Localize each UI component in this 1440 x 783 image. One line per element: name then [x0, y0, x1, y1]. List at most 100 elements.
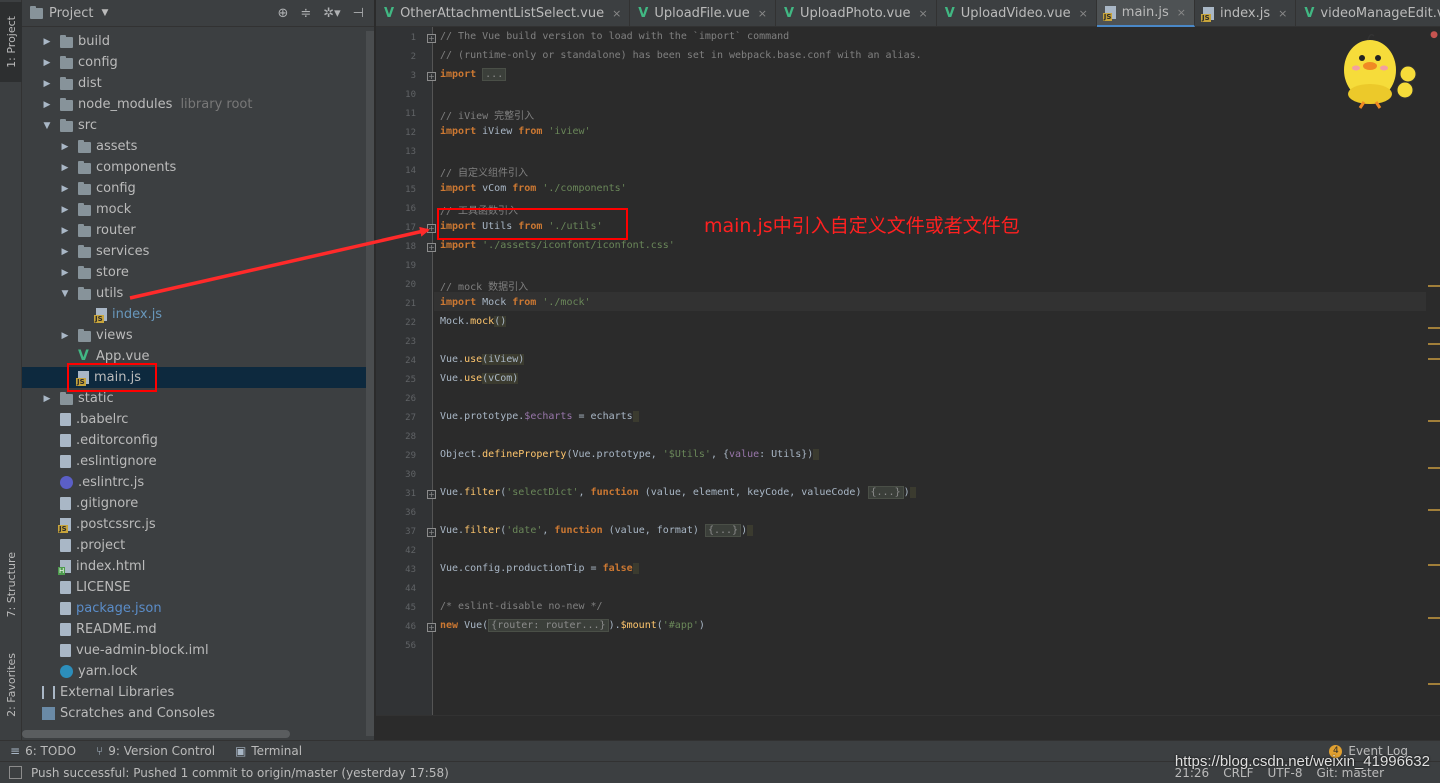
marker[interactable] — [1428, 509, 1440, 511]
line-number: 20 — [405, 280, 416, 290]
tree-item[interactable]: .postcssrc.js — [22, 514, 374, 535]
tree-item[interactable]: .editorconfig — [22, 430, 374, 451]
tree-item[interactable]: ▶ mock — [22, 199, 374, 220]
tree-item[interactable]: Scratches and Consoles — [22, 703, 374, 724]
collapse-all-icon[interactable]: ≑ — [300, 6, 311, 21]
tree-item[interactable]: ▶ views — [22, 325, 374, 346]
line-number: 3 — [410, 71, 416, 81]
tree-item[interactable]: ▶ dist — [22, 73, 374, 94]
marker[interactable] — [1428, 358, 1440, 360]
editor-tab[interactable]: main.js × — [1096, 0, 1196, 27]
marker[interactable] — [1428, 420, 1440, 422]
code-token: import — [440, 183, 477, 194]
marker[interactable] — [1428, 285, 1440, 287]
editor-tab[interactable]: index.js × — [1195, 0, 1297, 27]
collapsed-arrow-icon[interactable]: ▶ — [60, 142, 70, 152]
marker[interactable] — [1428, 564, 1440, 566]
collapsed-arrow-icon[interactable]: ▶ — [60, 247, 70, 257]
tree-item[interactable]: ▶ router — [22, 220, 374, 241]
gear-icon[interactable]: ✲▾ — [323, 6, 340, 21]
tree-item[interactable]: ▶ store — [22, 262, 374, 283]
tree-item[interactable]: .eslintrc.js — [22, 472, 374, 493]
editor-tab[interactable]: V UploadVideo.vue × — [937, 0, 1097, 27]
tab-structure-toolwindow[interactable]: 7: Structure — [0, 540, 22, 630]
tab-project-toolwindow[interactable]: 1: Project — [0, 2, 22, 82]
tree-item[interactable]: .project — [22, 535, 374, 556]
close-tab-icon[interactable]: × — [1177, 6, 1186, 19]
expanded-arrow-icon[interactable]: ▼ — [42, 121, 52, 131]
collapsed-arrow-icon[interactable]: ▶ — [42, 79, 52, 89]
code-token — [632, 411, 639, 422]
tree-item[interactable]: README.md — [22, 619, 374, 640]
code-editor[interactable]: // The Vue build version to load with th… — [434, 27, 1426, 715]
close-tab-icon[interactable]: × — [612, 7, 621, 20]
locate-icon[interactable]: ⊕ — [277, 6, 288, 21]
marker[interactable] — [1428, 683, 1440, 685]
code-token: ) — [903, 487, 910, 498]
expanded-arrow-icon[interactable]: ▼ — [60, 289, 70, 299]
terminal-button[interactable]: ▣ Terminal — [235, 744, 302, 758]
editor-tab-label: UploadPhoto.vue — [800, 6, 911, 21]
collapsed-arrow-icon[interactable]: ▶ — [60, 184, 70, 194]
tree-item[interactable]: package.json — [22, 598, 374, 619]
tree-item[interactable]: ▶ config — [22, 178, 374, 199]
tab-favorites-toolwindow[interactable]: 2: Favorites — [0, 640, 22, 730]
editor-tab[interactable]: V UploadPhoto.vue × — [776, 0, 937, 27]
tree-item[interactable]: .gitignore — [22, 493, 374, 514]
line-number: 13 — [405, 147, 416, 157]
tree-item[interactable]: LICENSE — [22, 577, 374, 598]
close-tab-icon[interactable]: × — [1079, 7, 1088, 20]
tree-item-label: node_modules — [78, 97, 173, 112]
tree-item[interactable]: ▶ services — [22, 241, 374, 262]
close-tab-icon[interactable]: × — [758, 7, 767, 20]
todo-toolwindow-button[interactable]: ≡ 6: TODO — [10, 744, 76, 758]
marker[interactable] — [1428, 617, 1440, 619]
collapsed-arrow-icon[interactable]: ▶ — [60, 163, 70, 173]
version-control-button[interactable]: ⑂ 9: Version Control — [96, 744, 215, 758]
tree-item[interactable]: ▼ utils — [22, 283, 374, 304]
tree-item[interactable]: ▼ src — [22, 115, 374, 136]
marker[interactable] — [1428, 343, 1440, 345]
tree-item[interactable]: index.html — [22, 556, 374, 577]
collapsed-arrow-icon[interactable]: ▶ — [42, 37, 52, 47]
collapsed-arrow-icon[interactable]: ▶ — [60, 331, 70, 341]
tree-item[interactable]: ▶ components — [22, 157, 374, 178]
collapsed-arrow-icon[interactable]: ▶ — [42, 394, 52, 404]
folder-file-icon — [78, 202, 91, 216]
hide-panel-icon[interactable]: ⊣ — [353, 6, 364, 21]
tree-item[interactable]: ▶ build — [22, 31, 374, 52]
toggle-toolwindows-icon[interactable] — [9, 766, 22, 779]
collapsed-arrow-icon[interactable]: ▶ — [60, 226, 70, 236]
close-tab-icon[interactable]: × — [1278, 7, 1287, 20]
code-token: ). — [608, 620, 621, 631]
project-panel-header[interactable]: Project ▼ ⊕ ≑ ✲▾ ⊣ — [22, 0, 374, 27]
tree-item[interactable]: .eslintignore — [22, 451, 374, 472]
status-message[interactable]: Push successful: Pushed 1 commit to orig… — [31, 766, 449, 780]
close-tab-icon[interactable]: × — [918, 7, 927, 20]
tree-item[interactable]: ▶ config — [22, 52, 374, 73]
marker[interactable] — [1428, 327, 1440, 329]
error-indicator-icon[interactable]: ● — [1430, 30, 1438, 40]
tree-item[interactable]: ▶ node_modules library root — [22, 94, 374, 115]
code-token: Object. — [440, 449, 483, 460]
tree-item[interactable]: ▶ assets — [22, 136, 374, 157]
collapsed-arrow-icon[interactable]: ▶ — [42, 100, 52, 110]
collapsed-arrow-icon[interactable]: ▶ — [60, 205, 70, 215]
editor-marker-bar[interactable]: ● — [1426, 27, 1440, 715]
tree-item[interactable]: vue-admin-block.iml — [22, 640, 374, 661]
tree-item-label: index.html — [76, 559, 146, 574]
tree-item[interactable]: External Libraries — [22, 682, 374, 703]
tree-horizontal-scrollbar[interactable] — [22, 730, 290, 738]
editor-tab[interactable]: V OtherAttachmentListSelect.vue × — [376, 0, 631, 27]
tree-vertical-scrollbar[interactable] — [366, 31, 374, 736]
collapsed-arrow-icon[interactable]: ▶ — [42, 58, 52, 68]
tree-item[interactable]: yarn.lock — [22, 661, 374, 682]
chevron-down-icon[interactable]: ▼ — [101, 8, 108, 18]
collapsed-arrow-icon[interactable]: ▶ — [60, 268, 70, 278]
tree-item[interactable]: index.js — [22, 304, 374, 325]
marker[interactable] — [1428, 467, 1440, 469]
line-number: 29 — [405, 451, 416, 461]
editor-tab[interactable]: V UploadFile.vue × — [630, 0, 776, 27]
line-number: 21 — [405, 299, 416, 309]
tree-item[interactable]: .babelrc — [22, 409, 374, 430]
